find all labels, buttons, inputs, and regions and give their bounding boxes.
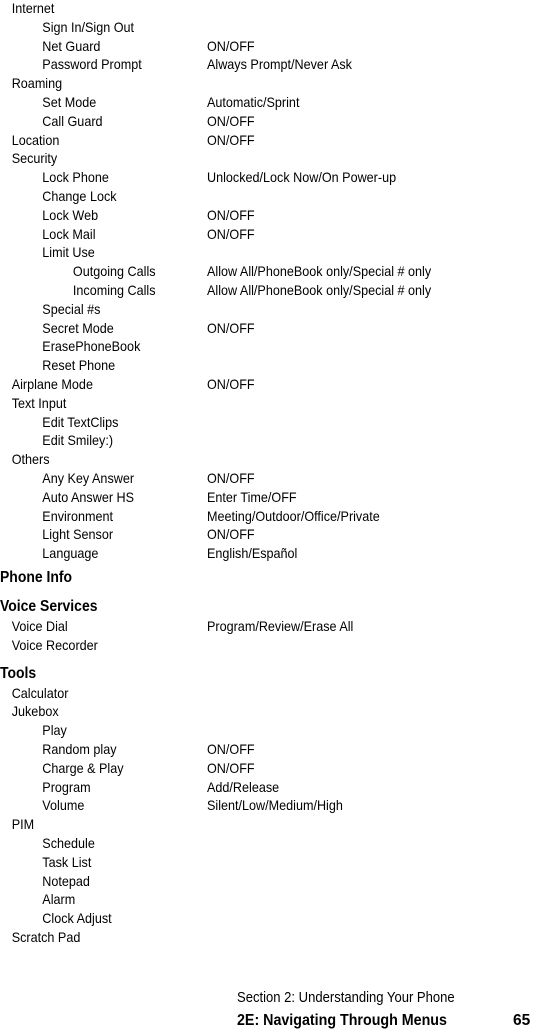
menu-item-options: Silent/Low/Medium/High [207,797,343,814]
menu-item-label: Clock Adjust [42,910,112,927]
menu-item-label: Auto Answer HS [42,488,135,505]
menu-item-options: ON/OFF [207,131,255,148]
voice-services-heading: Voice Services [0,598,98,615]
menu-item-label: Roaming [11,75,63,92]
menu-item-label: Random play [42,740,117,757]
footer-section-title: Section 2: Understanding Your Phone [237,990,455,1006]
menu-item-options: ON/OFF [207,206,255,223]
menu-item-options: Allow All/PhoneBook only/Special # only [207,263,432,280]
menu-item-label: Set Mode [42,94,97,110]
menu-item-label: Schedule [42,834,95,851]
menu-item-label: Charge & Play [42,759,124,776]
menu-item-label: Notepad [42,872,90,889]
menu-item-label: Internet [11,0,55,16]
menu-item-label: Security [11,150,58,167]
menu-item-label: Voice Recorder [11,636,98,653]
footer-chapter-title: 2E: Navigating Through Menus [237,1012,447,1029]
menu-item-label: Scratch Pad [11,928,81,945]
menu-item-label: PIM [11,816,35,833]
menu-item-label: Change Lock [42,188,117,204]
menu-item-options: ON/OFF [207,526,255,543]
menu-item-options: ON/OFF [207,37,255,54]
menu-item-label: Edit TextClips [42,413,119,430]
menu-item-label: Secret Mode [42,319,114,336]
menu-item-label: Lock Mail [42,225,96,242]
menu-item-options: ON/OFF [207,319,255,336]
menu-item-options: ON/OFF [207,376,255,392]
menu-item-label: Play [42,722,67,739]
menu-item-options: English/Español [207,545,298,562]
menu-item-label: Calculator [11,684,69,701]
menu-item-label: Environment [42,507,114,524]
menu-item-label: Task List [42,853,92,870]
menu-item-label: Limit Use [42,244,95,261]
menu-item-options: ON/OFF [207,470,255,486]
menu-item-options: ON/OFF [207,112,255,129]
menu-item-label: Alarm [42,891,76,908]
menu-item-label: Language [42,545,99,562]
menu-item-label: Voice Dial [11,618,68,634]
menu-item-label: Password Prompt [42,56,142,73]
phone-info-heading: Phone Info [0,569,73,586]
menu-item-label: Reset Phone [42,357,116,374]
menu-item-label: Incoming Calls [72,282,156,298]
menu-item-label: ErasePhoneBook [42,338,141,355]
menu-item-label: Lock Web [42,206,99,223]
menu-item-label: Location [11,131,60,148]
menu-item-label: Lock Phone [42,169,109,186]
menu-item-label: Edit Smiley:) [42,432,114,449]
menu-item-label: Others [11,451,50,468]
tools-heading: Tools [0,665,37,682]
menu-item-options: ON/OFF [207,225,255,242]
page-number: 65 [513,1012,531,1029]
menu-item-options: Meeting/Outdoor/Office/Private [207,507,380,524]
menu-item-options: Program/Review/Erase All [207,618,354,634]
menu-item-options: Always Prompt/Never Ask [207,56,352,73]
menu-item-label: Text Input [11,394,67,411]
menu-item-options: Unlocked/Lock Now/On Power-up [207,169,397,186]
menu-item-label: Volume [42,797,85,814]
menu-item-options: Add/Release [207,778,280,795]
menu-item-options: ON/OFF [207,759,255,776]
menu-item-label: Airplane Mode [11,376,93,392]
menu-item-options: ON/OFF [207,740,255,757]
menu-item-label: Call Guard [42,112,103,129]
menu-item-options: Automatic/Sprint [207,94,300,110]
menu-item-label: Program [42,778,91,795]
menu-item-label: Special #s [42,300,101,317]
menu-item-options: Allow All/PhoneBook only/Special # only [207,282,432,298]
menu-item-label: Outgoing Calls [72,263,156,280]
menu-item-label: Light Sensor [42,526,114,543]
menu-item-options: Enter Time/OFF [207,488,297,505]
menu-item-label: Any Key Answer [42,470,135,486]
menu-item-label: Net Guard [42,37,101,54]
menu-item-label: Sign In/Sign Out [42,18,135,35]
menu-item-label: Jukebox [11,703,59,720]
